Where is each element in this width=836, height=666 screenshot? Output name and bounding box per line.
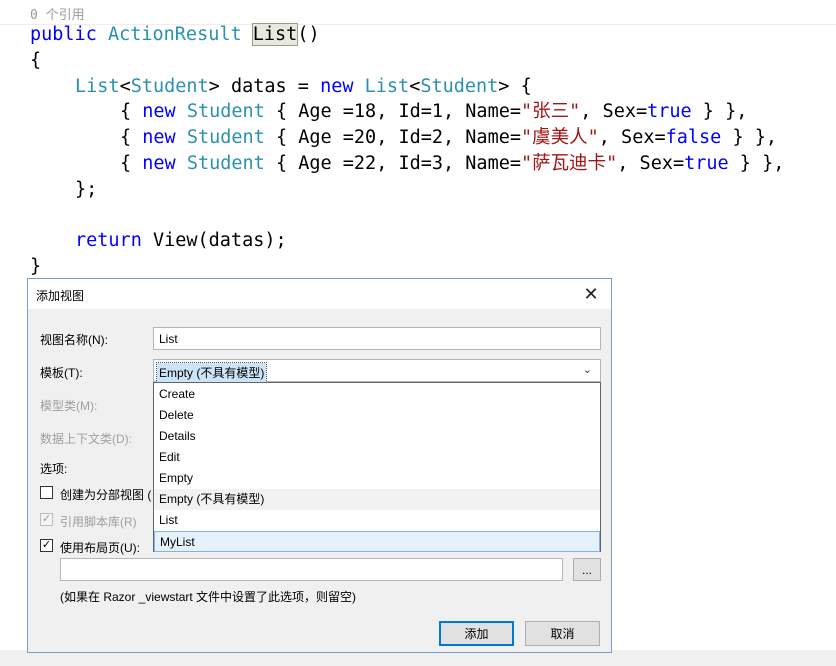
template-selected-value: Empty (不具有模型) [155, 362, 268, 383]
code-line-student-3: { new Student { Age =22, Id=3, Name="萨瓦迪… [120, 152, 784, 176]
code-text: , Sex= [617, 153, 685, 174]
code-text: { [120, 153, 143, 174]
template-select[interactable]: Empty (不具有模型) ⌄ [153, 359, 601, 383]
browse-button[interactable]: ... [573, 558, 601, 581]
code-line-student-2: { new Student { Age =20, Id=2, Name="虞美人… [120, 126, 777, 150]
type-student: Student [420, 76, 499, 97]
type-student: Student [186, 101, 265, 122]
reference-count-codelens[interactable]: 0 个引用 [30, 4, 85, 23]
template-label: 模板(T): [40, 366, 83, 380]
angle-open: < [409, 76, 421, 97]
method-parens: () [297, 24, 320, 45]
code-text: datas = [219, 76, 321, 97]
code-text: { Age =22, Id=3, Name= [264, 153, 521, 174]
view-name-label: 视图名称(N): [40, 333, 108, 347]
code-text: , Sex= [580, 101, 648, 122]
layout-hint-text: (如果在 Razor _viewstart 文件中设置了此选项，则留空) [60, 590, 357, 604]
code-line-7: }; [75, 179, 98, 200]
type-list: List [364, 76, 410, 97]
cancel-button[interactable]: 取消 [525, 621, 600, 646]
code-line-2: { [30, 50, 42, 71]
list-item[interactable]: Delete [154, 405, 600, 426]
string-literal: "萨瓦迪卡" [521, 153, 618, 174]
add-button[interactable]: 添加 [439, 621, 514, 646]
list-item[interactable]: List [154, 510, 600, 531]
code-text: { Age =20, Id=2, Name= [264, 127, 521, 148]
model-class-label: 模型类(M): [40, 399, 98, 413]
use-layout-label: 使用布局页(U): [60, 541, 140, 555]
code-text: { [120, 127, 143, 148]
list-item[interactable]: Details [154, 426, 600, 447]
use-layout-checkbox[interactable]: ✓ [40, 539, 53, 552]
code-text: { [120, 101, 143, 122]
list-item[interactable]: Empty [154, 468, 600, 489]
script-libs-checkbox[interactable]: ✓ [40, 513, 53, 526]
angle-close: > [208, 76, 220, 97]
code-text: , Sex= [598, 127, 666, 148]
add-view-dialog: 添加视图 ✕ 视图名称(N): List 模板(T): Empty (不具有模型… [27, 278, 612, 653]
keyword-bool: true [684, 153, 729, 174]
code-text: } }, [728, 153, 785, 174]
keyword-return: return [75, 230, 142, 251]
chevron-down-icon[interactable]: ⌄ [583, 363, 592, 376]
angle-open: < [119, 76, 131, 97]
code-line-3: List<Student> datas = new List<Student> … [75, 75, 532, 99]
script-libs-label: 引用脚本库(R) [60, 515, 137, 529]
type-student: Student [186, 127, 265, 148]
code-text: } }, [721, 127, 778, 148]
list-item-hovered[interactable]: MyList [154, 531, 600, 552]
code-text: } }, [691, 101, 748, 122]
code-editor[interactable]: 0 个引用 public ActionResult List() { List<… [0, 0, 836, 280]
template-dropdown-list[interactable]: Create Delete Details Edit Empty Empty (… [153, 382, 601, 552]
keyword-public: public [30, 24, 97, 45]
keyword-bool: true [647, 101, 692, 122]
keyword-new: new [142, 127, 176, 148]
code-text: { Age =18, Id=1, Name= [264, 101, 521, 122]
code-line-1: public ActionResult List() [30, 23, 320, 47]
angle-close: > [498, 76, 510, 97]
type-student: Student [186, 153, 265, 174]
dialog-title: 添加视图 [36, 289, 85, 303]
string-literal: "虞美人" [521, 127, 599, 148]
code-line-9: return View(datas); [75, 229, 287, 253]
data-context-label: 数据上下文类(D): [40, 432, 132, 446]
keyword-new: new [142, 153, 176, 174]
view-name-input[interactable]: List [153, 327, 601, 350]
string-literal: "张三" [521, 101, 581, 122]
code-text: { [509, 76, 532, 97]
type-student: Student [130, 76, 209, 97]
options-label: 选项: [40, 462, 68, 476]
list-item[interactable]: Edit [154, 447, 600, 468]
partial-view-checkbox[interactable] [40, 486, 53, 499]
keyword-new: new [142, 101, 176, 122]
keyword-new: new [320, 76, 354, 97]
partial-view-label: 创建为分部视图 ( [60, 488, 152, 502]
type-actionresult: ActionResult [107, 24, 242, 45]
type-list: List [75, 76, 120, 97]
layout-path-input[interactable] [60, 558, 563, 581]
code-line-10: } [30, 256, 42, 277]
close-icon[interactable]: ✕ [571, 279, 611, 309]
code-text: View(datas); [141, 230, 287, 251]
method-name-highlighted[interactable]: List [251, 23, 299, 46]
list-item[interactable]: Create [154, 384, 600, 405]
code-line-student-1: { new Student { Age =18, Id=1, Name="张三"… [120, 100, 747, 124]
dialog-titlebar[interactable]: 添加视图 ✕ [28, 279, 611, 309]
list-item-current[interactable]: Empty (不具有模型) [154, 489, 600, 510]
keyword-bool: false [665, 127, 722, 148]
